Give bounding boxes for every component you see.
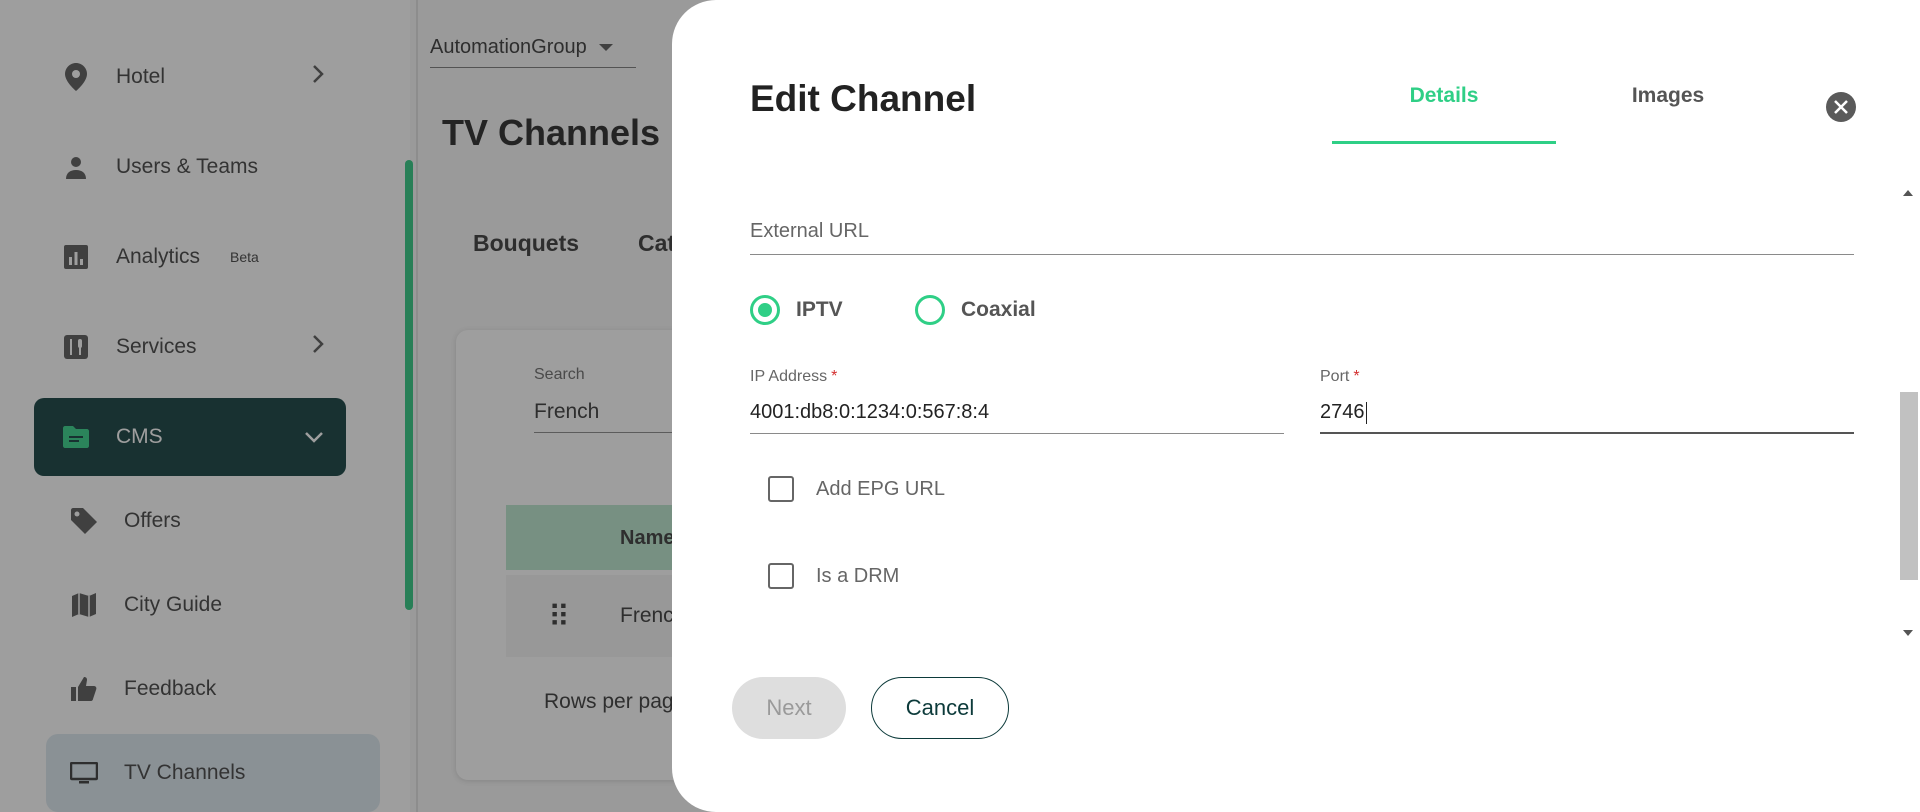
scroll-thumb[interactable] (1900, 392, 1918, 580)
port-underline (1320, 432, 1854, 434)
close-icon (1834, 100, 1848, 114)
checkbox-unchecked-icon (768, 476, 794, 502)
scroll-down-arrow-icon[interactable] (1903, 630, 1913, 636)
text-cursor (1365, 401, 1367, 424)
cancel-button[interactable]: Cancel (871, 677, 1009, 739)
add-epg-url-checkbox[interactable]: Add EPG URL (768, 476, 945, 502)
external-url-field[interactable]: External URL (750, 220, 869, 243)
ip-address-underline (750, 433, 1284, 434)
tab-images[interactable]: Images (1556, 84, 1780, 144)
dialog-title: Edit Channel (750, 78, 977, 119)
next-button[interactable]: Next (732, 677, 846, 739)
external-url-underline (750, 254, 1854, 255)
checkbox-label: Is a DRM (816, 564, 900, 587)
is-drm-checkbox[interactable]: Is a DRM (768, 563, 899, 589)
radio-iptv[interactable]: IPTV (750, 295, 843, 325)
edit-channel-dialog: Edit Channel Details Images External URL… (672, 0, 1920, 812)
scroll-up-arrow-icon[interactable] (1903, 190, 1913, 196)
checkbox-label: Add EPG URL (816, 477, 945, 500)
checkbox-unchecked-icon (768, 563, 794, 589)
port-input[interactable]: 2746 (1320, 401, 1367, 424)
radio-coaxial[interactable]: Coaxial (915, 295, 1036, 325)
ip-address-label: IP Address * (750, 368, 838, 385)
radio-label: IPTV (796, 298, 843, 321)
close-button[interactable] (1826, 92, 1856, 122)
ip-address-input[interactable]: 4001:db8:0:1234:0:567:8:4 (750, 401, 989, 424)
tab-details[interactable]: Details (1332, 84, 1556, 144)
radio-checked-icon (750, 295, 780, 325)
radio-unchecked-icon (915, 295, 945, 325)
dialog-scrollbar[interactable] (1896, 182, 1920, 644)
radio-label: Coaxial (961, 298, 1036, 321)
port-label: Port * (1320, 368, 1360, 385)
